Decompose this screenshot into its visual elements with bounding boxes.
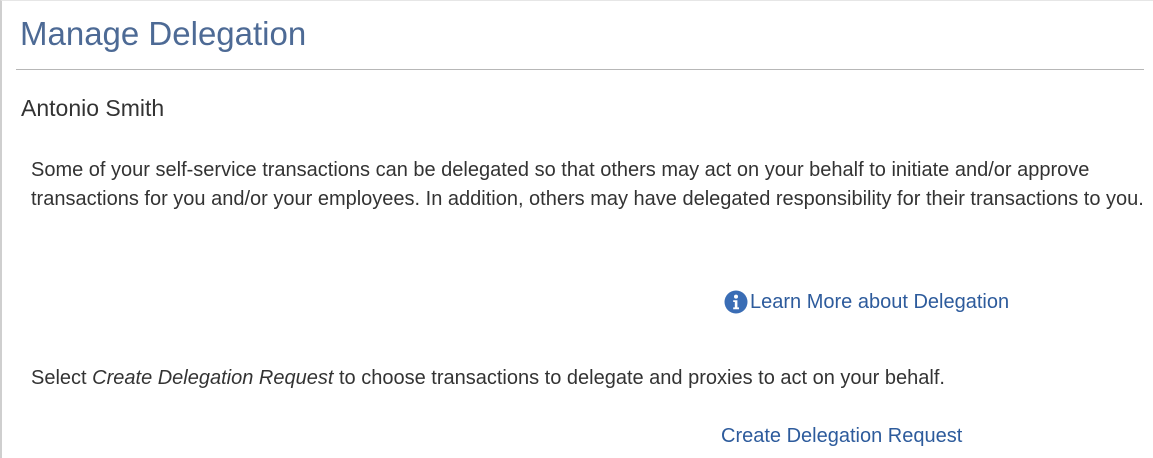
title-divider: [16, 69, 1144, 70]
intro-paragraph: Some of your self-service transactions c…: [31, 159, 1144, 210]
learn-more-link[interactable]: Learn More about Delegation: [724, 288, 1009, 316]
instructions-emphasis: Create Delegation Request: [92, 367, 334, 389]
instructions-prefix: Select: [31, 367, 93, 389]
info-circle-icon: [724, 290, 748, 314]
learn-more-label: Learn More about Delegation: [750, 291, 1010, 313]
create-delegation-request-link[interactable]: Create Delegation Request: [721, 422, 962, 450]
select-instructions: Select Create Delegation Request to choo…: [31, 364, 945, 392]
page-title: Manage Delegation: [20, 15, 307, 52]
page-frame: Manage Delegation Antonio Smith Some of …: [0, 0, 1153, 458]
person-name: Antonio Smith: [21, 95, 165, 121]
instructions-suffix: to choose transactions to delegate and p…: [333, 367, 945, 389]
